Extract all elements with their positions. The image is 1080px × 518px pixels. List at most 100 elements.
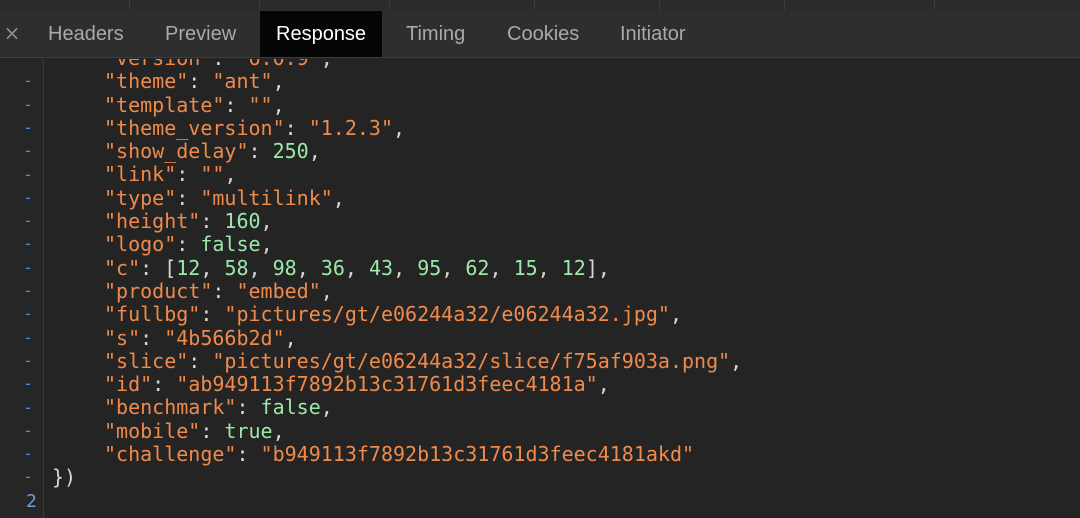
json-comma: , bbox=[284, 325, 297, 350]
top-column-divider bbox=[785, 0, 935, 10]
fold-marker-icon[interactable]: - bbox=[0, 420, 44, 443]
close-icon[interactable]: × bbox=[3, 20, 21, 46]
fold-marker-icon[interactable]: - bbox=[0, 210, 44, 233]
fold-marker-icon[interactable]: - bbox=[0, 187, 44, 210]
json-closing-brace: }) bbox=[52, 465, 77, 490]
json-number: 43 bbox=[369, 255, 394, 280]
line-gutter: -------------------2 bbox=[0, 59, 44, 518]
top-column-divider bbox=[660, 0, 785, 10]
fold-marker-icon[interactable]: - bbox=[0, 140, 44, 163]
top-column-divider bbox=[130, 0, 260, 10]
json-comma: , bbox=[597, 372, 610, 397]
json-key: "fullbg" bbox=[104, 302, 201, 327]
json-colon: : bbox=[236, 442, 261, 467]
json-key: "template" bbox=[104, 92, 225, 117]
fold-marker-icon[interactable]: - bbox=[0, 303, 44, 326]
json-key: "height" bbox=[104, 209, 201, 234]
fold-marker-icon[interactable]: - bbox=[0, 257, 44, 280]
json-number: 95 bbox=[417, 255, 442, 280]
json-number: 62 bbox=[465, 255, 490, 280]
json-boolean: true bbox=[224, 418, 273, 443]
json-comma: , bbox=[321, 59, 333, 70]
json-comma: , bbox=[393, 115, 406, 140]
top-column-divider bbox=[935, 0, 1080, 10]
json-colon: : bbox=[284, 115, 309, 140]
json-key: "slice" bbox=[104, 348, 189, 373]
json-string: "embed" bbox=[236, 278, 321, 303]
json-comma: , bbox=[537, 255, 562, 280]
json-comma: , bbox=[260, 232, 273, 257]
fold-marker-icon[interactable]: - bbox=[0, 373, 44, 396]
json-colon: : bbox=[140, 255, 165, 280]
json-bracket: ] bbox=[585, 255, 598, 280]
tab-headers[interactable]: Headers bbox=[48, 11, 124, 57]
json-comma: , bbox=[308, 139, 321, 164]
fold-marker-icon[interactable]: - bbox=[0, 327, 44, 350]
json-key: "mobile" bbox=[104, 418, 201, 443]
fold-marker-icon[interactable]: - bbox=[0, 59, 44, 70]
response-editor[interactable]: -------------------2 "version": "6.0.9",… bbox=[0, 59, 1080, 518]
json-key: "link" bbox=[104, 162, 177, 187]
fold-marker-icon[interactable]: - bbox=[0, 397, 44, 420]
json-comma: , bbox=[272, 92, 285, 117]
fold-marker-icon[interactable]: - bbox=[0, 70, 44, 93]
fold-marker-icon[interactable]: - bbox=[0, 466, 44, 489]
json-comma: , bbox=[669, 302, 682, 327]
json-string: "ab949113f7892b13c31761d3feec4181a" bbox=[176, 372, 598, 397]
code-line: "link": "", bbox=[52, 163, 742, 186]
json-comma: , bbox=[393, 255, 418, 280]
top-column-divider bbox=[0, 0, 130, 10]
json-key: "challenge" bbox=[104, 442, 237, 467]
json-string: "pictures/gt/e06244a32/slice/f75af903a.p… bbox=[212, 348, 731, 373]
tab-timing[interactable]: Timing bbox=[406, 11, 465, 57]
fold-marker-icon[interactable]: - bbox=[0, 94, 44, 117]
code-line: "s": "4b566b2d", bbox=[52, 325, 742, 350]
json-colon: : bbox=[224, 92, 249, 117]
code-line: "id": "ab949113f7892b13c31761d3feec4181a… bbox=[52, 373, 742, 396]
code-line: "c": [12, 58, 98, 36, 43, 95, 62, 15, 12… bbox=[52, 255, 742, 280]
code-line: "theme_version": "1.2.3", bbox=[52, 115, 742, 140]
json-colon: : bbox=[200, 302, 225, 327]
code-line: "benchmark": false, bbox=[52, 396, 742, 419]
json-string: "" bbox=[248, 92, 273, 117]
json-boolean: false bbox=[260, 395, 321, 420]
window-top-strip bbox=[0, 0, 1080, 10]
code-line: "slice": "pictures/gt/e06244a32/slice/f7… bbox=[52, 348, 742, 373]
code-line: "type": "multilink", bbox=[52, 185, 742, 210]
code-line: "theme": "ant", bbox=[52, 70, 742, 93]
json-key: "theme_version" bbox=[104, 115, 285, 140]
json-boolean: false bbox=[200, 232, 261, 257]
fold-marker-icon[interactable]: - bbox=[0, 443, 44, 466]
json-key: "logo" bbox=[104, 232, 177, 257]
json-number: 15 bbox=[513, 255, 538, 280]
fold-marker-icon[interactable]: - bbox=[0, 233, 44, 256]
json-string: "multilink" bbox=[200, 185, 333, 210]
tab-response[interactable]: Response bbox=[260, 11, 383, 57]
json-number: 12 bbox=[176, 255, 201, 280]
json-key: "s" bbox=[104, 325, 141, 350]
tab-cookies[interactable]: Cookies bbox=[507, 11, 579, 57]
tab-initiator[interactable]: Initiator bbox=[620, 11, 686, 57]
json-comma: , bbox=[320, 395, 333, 420]
line-number: 2 bbox=[26, 490, 37, 512]
json-colon: : bbox=[236, 395, 261, 420]
json-comma: , bbox=[248, 255, 273, 280]
json-comma: , bbox=[260, 209, 273, 234]
json-key: "benchmark" bbox=[104, 395, 237, 420]
json-number: 36 bbox=[320, 255, 345, 280]
json-key: "c" bbox=[104, 255, 141, 280]
response-code: "version": "6.0.9","theme": "ant","templ… bbox=[52, 59, 742, 490]
json-bracket: [ bbox=[164, 255, 177, 280]
fold-marker-icon[interactable]: - bbox=[0, 117, 44, 140]
code-line: "product": "embed", bbox=[52, 278, 742, 303]
json-string: "b949113f7892b13c31761d3feec4181akd" bbox=[260, 442, 695, 467]
json-comma: , bbox=[296, 255, 321, 280]
fold-marker-icon[interactable]: - bbox=[0, 350, 44, 373]
json-string: "1.2.3" bbox=[308, 115, 394, 140]
json-colon: : bbox=[152, 372, 177, 397]
json-number: 160 bbox=[224, 209, 261, 234]
code-line: "challenge": "b949113f7892b13c31761d3fee… bbox=[52, 442, 742, 467]
fold-marker-icon[interactable]: - bbox=[0, 280, 44, 303]
tab-preview[interactable]: Preview bbox=[165, 11, 236, 57]
fold-marker-icon[interactable]: - bbox=[0, 164, 44, 187]
